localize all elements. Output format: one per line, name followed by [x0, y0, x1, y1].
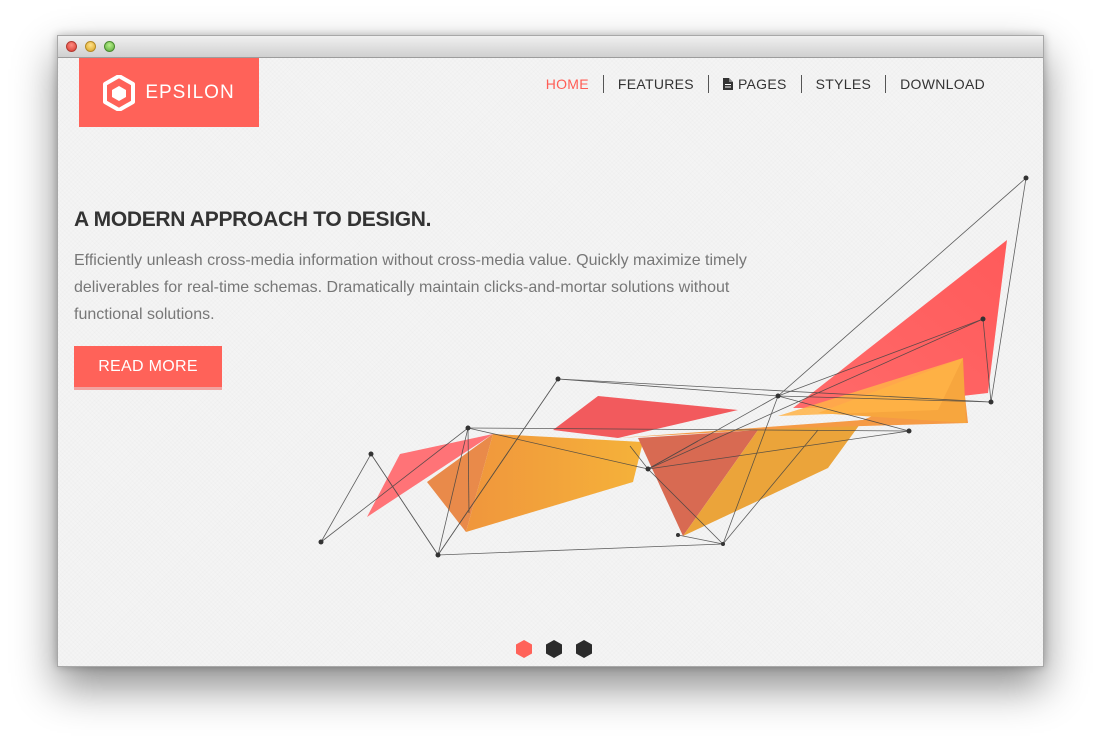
page-content: EPSILON HOME FEATURES PAGES STYLES DOWNL…	[58, 58, 1043, 666]
zoom-window-button[interactable]	[104, 41, 115, 52]
browser-window: EPSILON HOME FEATURES PAGES STYLES DOWNL…	[57, 35, 1044, 667]
minimize-window-button[interactable]	[85, 41, 96, 52]
slider-pagination	[515, 639, 593, 659]
hero-description: Efficiently unleash cross-media informat…	[74, 252, 747, 323]
read-more-button[interactable]: READ MORE	[74, 346, 222, 390]
close-window-button[interactable]	[66, 41, 77, 52]
slide-dot[interactable]	[575, 639, 593, 659]
slide-dot-active[interactable]	[515, 639, 533, 659]
hero-title: A MODERN APPROACH TO DESIGN.	[74, 208, 432, 231]
window-titlebar	[58, 36, 1043, 58]
slide-dot[interactable]	[545, 639, 563, 659]
